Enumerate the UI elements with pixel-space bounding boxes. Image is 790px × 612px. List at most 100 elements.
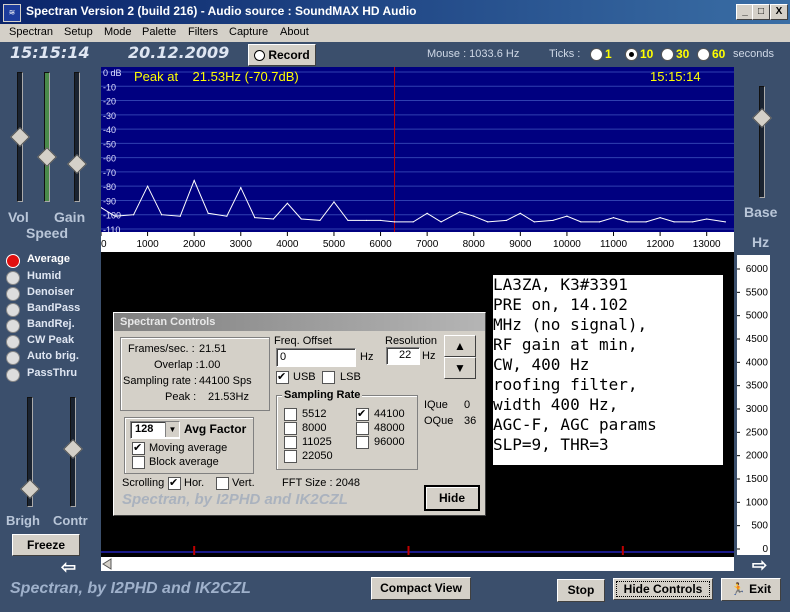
sampling-rate-value: 44100 Sps [199, 375, 252, 387]
rate-96000-label: 96000 [374, 436, 405, 448]
mode-radio-auto-brig[interactable] [6, 351, 20, 365]
footer-brand: Spectran, by I2PHD and IK2CZL [10, 580, 251, 597]
speed-slider-knob[interactable] [37, 147, 57, 167]
exit-button[interactable]: 🏃 Exit [721, 578, 781, 601]
block-average-checkbox[interactable] [132, 456, 145, 469]
peak-label: Peak : [165, 391, 197, 403]
mode-radio-denoiser[interactable] [6, 287, 20, 301]
wf-scale-label: 5000 [746, 311, 769, 322]
compact-view-button[interactable]: Compact View [371, 577, 471, 600]
mode-radio-average[interactable] [6, 254, 20, 268]
resolution-down-button[interactable]: ▼ [444, 357, 476, 379]
mode-radio-bandrej[interactable] [6, 319, 20, 333]
gain-slider-knob[interactable] [67, 154, 87, 174]
scroll-vert-checkbox[interactable] [216, 477, 229, 490]
menu-capture[interactable]: Capture [229, 26, 268, 38]
menu-palette[interactable]: Palette [142, 26, 176, 38]
spectrum-point [146, 185, 149, 187]
resolution-up-button[interactable]: ▲ [444, 335, 476, 357]
freq-offset-input[interactable]: 0 [276, 348, 356, 367]
mode-label-auto-brig: Auto brig. [27, 350, 79, 362]
tick-radio-30[interactable] [661, 48, 674, 61]
freq-tick-label: 1000 [136, 239, 159, 250]
mode-label-cw-peak: CW Peak [27, 334, 75, 346]
db-tick-label: -90 [103, 196, 116, 206]
moving-average-checkbox[interactable] [132, 441, 145, 455]
close-button[interactable]: X [770, 4, 788, 20]
spectrum-point [505, 219, 507, 222]
spectrum-display[interactable]: 0 dB -10 -20 -30 -40 -50 -60 -70 -80 -90 -100 -110 [101, 67, 734, 232]
controls-title-bar[interactable]: Spectran Controls [114, 313, 485, 331]
usb-checkbox[interactable] [276, 370, 289, 384]
chevron-down-icon[interactable]: ▼ [165, 422, 179, 437]
base-slider-knob[interactable] [752, 108, 772, 128]
exit-label: Exit [749, 582, 772, 596]
resolution-input[interactable]: 22 [386, 347, 420, 365]
frames-label: Frames/sec. : [128, 343, 195, 355]
menu-about[interactable]: About [280, 26, 309, 38]
gain-slider-track[interactable] [74, 72, 80, 202]
tick-radio-1[interactable] [590, 48, 603, 61]
record-button[interactable]: Record [248, 44, 316, 66]
ticks-label: Ticks : [549, 48, 581, 60]
spectrum-point [365, 219, 368, 222]
mode-radio-cw-peak[interactable] [6, 335, 20, 349]
freq-offset-label: Freq. Offset [274, 335, 332, 347]
lsb-label: LSB [340, 371, 361, 383]
avg-factor-select[interactable]: 128 ▼ [130, 421, 180, 439]
waterfall-scrollbar[interactable] [101, 557, 734, 571]
lsb-checkbox[interactable] [322, 371, 335, 384]
rate-11025-label: 11025 [302, 436, 332, 448]
rate-11025-checkbox[interactable] [284, 436, 297, 449]
rate-44100-checkbox[interactable] [356, 407, 369, 421]
rate-22050-checkbox[interactable] [284, 450, 297, 463]
freq-tick-label: 10000 [553, 239, 581, 250]
spectrum-app-icon[interactable]: ≋ [3, 4, 21, 22]
base-slider-track[interactable] [759, 86, 765, 198]
tick-radio-60[interactable] [697, 48, 710, 61]
wf-scale-label: 4000 [746, 357, 769, 368]
scrolling-label: Scrolling [122, 477, 165, 489]
mode-radio-bandpass[interactable] [6, 303, 20, 317]
maximize-button[interactable]: □ [752, 4, 770, 20]
fft-size: FFT Size : 2048 [282, 477, 361, 489]
mode-radio-humid[interactable] [6, 271, 20, 285]
menu-setup[interactable]: Setup [64, 26, 93, 38]
tick-radio-10[interactable] [625, 48, 638, 61]
speed-slider-track[interactable] [44, 72, 50, 202]
arrow-left-icon[interactable]: ⇦ [61, 557, 76, 578]
spectrum-point [706, 218, 708, 220]
hide-button[interactable]: Hide [424, 485, 480, 511]
rate-96000-checkbox[interactable] [356, 436, 369, 449]
freeze-button[interactable]: Freeze [12, 534, 80, 556]
freq-tick-label: 6000 [369, 239, 392, 250]
scroll-hor-checkbox[interactable] [168, 476, 181, 490]
rate-8000-checkbox[interactable] [284, 422, 297, 435]
date-display: 20.12.2009 [128, 43, 230, 62]
brigh-slider-knob[interactable] [20, 479, 40, 499]
running-man-icon: 🏃 [730, 582, 746, 596]
record-icon [254, 50, 266, 62]
frequency-axis: 0 1000 2000 3000 4000 5000 6000 7000 8000 9000 100… [100, 232, 734, 252]
record-label: Record [268, 48, 310, 62]
ique-label: IQue [424, 399, 448, 411]
rate-5512-checkbox[interactable] [284, 408, 297, 421]
moving-average-label: Moving average [149, 442, 228, 454]
mode-radio-passthru[interactable] [6, 368, 20, 382]
spectrum-point [272, 218, 274, 220]
spectrum-point [412, 221, 414, 223]
hide-controls-button[interactable]: Hide Controls [613, 578, 713, 600]
stop-button[interactable]: Stop [557, 579, 605, 602]
menu-spectran[interactable]: Spectran [9, 26, 53, 38]
frequency-axis-ticks: 0 1000 2000 3000 4000 5000 6000 7000 8000 9000 100… [100, 232, 721, 250]
spectrum-point [612, 216, 615, 219]
menu-mode[interactable]: Mode [104, 26, 132, 38]
wf-scale-label: 0 [762, 544, 768, 555]
arrow-right-icon[interactable]: ⇨ [752, 555, 767, 576]
menu-filters[interactable]: Filters [188, 26, 218, 38]
clock-display: 15:15:14 [10, 43, 90, 62]
contr-slider-knob[interactable] [63, 439, 83, 459]
vol-slider-knob[interactable] [10, 127, 30, 147]
rate-48000-checkbox[interactable] [356, 422, 369, 435]
spectrum-trace [101, 179, 726, 223]
